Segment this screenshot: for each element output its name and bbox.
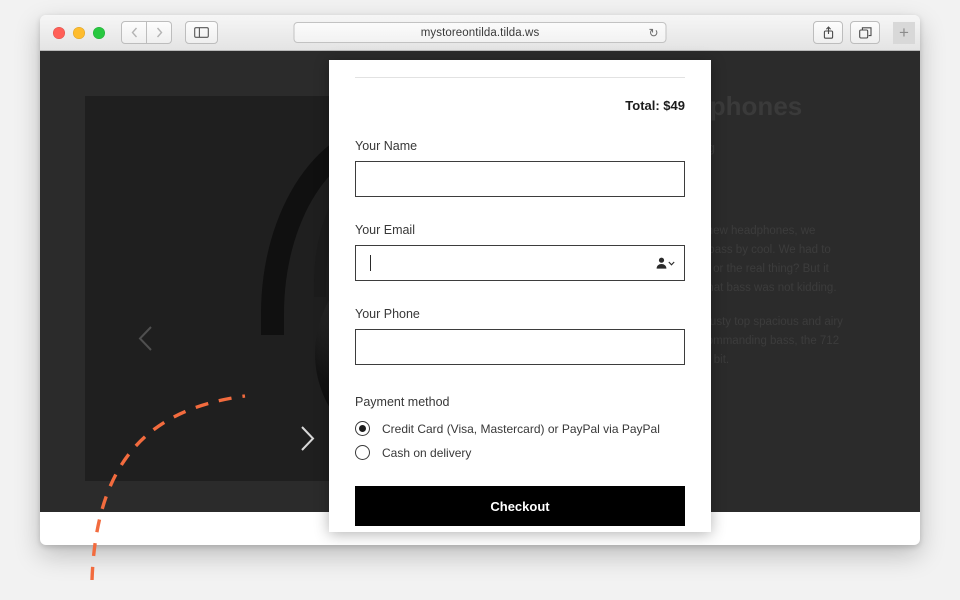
zoom-window-button[interactable]: [93, 26, 105, 39]
text-caret: [370, 255, 371, 271]
checkout-modal: Total: $49 Your Name Your Email Your Pho…: [329, 60, 711, 532]
sidebar-toggle-button[interactable]: [185, 21, 218, 44]
gallery-prev-arrow[interactable]: [128, 321, 162, 355]
forward-button[interactable]: [147, 21, 172, 44]
modal-divider: [355, 77, 685, 78]
checkout-modal-body: Total: $49 Your Name Your Email Your Pho…: [329, 77, 711, 526]
person-icon: [656, 257, 667, 269]
new-tab-button[interactable]: +: [893, 21, 915, 44]
autofill-contact-button[interactable]: [656, 257, 675, 269]
show-tabs-button[interactable]: [850, 21, 880, 44]
field-your-email: Your Email: [355, 223, 685, 281]
payment-option-label: Cash on delivery: [382, 445, 472, 460]
address-bar-wrap: mystoreontilda.tilda.ws ↻: [293, 22, 667, 43]
browser-window: mystoreontilda.tilda.ws ↻ + Headphones n…: [40, 15, 920, 545]
minimize-window-button[interactable]: [73, 26, 85, 39]
window-controls: [53, 26, 105, 39]
sidebar-icon: [194, 27, 209, 38]
radio-icon[interactable]: [355, 445, 370, 460]
payment-option-card[interactable]: Credit Card (Visa, Mastercard) or PayPal…: [355, 421, 685, 436]
share-icon: [823, 26, 833, 39]
payment-option-label: Credit Card (Visa, Mastercard) or PayPal…: [382, 421, 660, 436]
tabs-icon: [858, 26, 872, 39]
field-your-name: Your Name: [355, 139, 685, 197]
field-label: Your Email: [355, 223, 415, 237]
email-input[interactable]: [355, 245, 685, 281]
gallery-next-arrow[interactable]: [290, 421, 324, 455]
chevron-right-icon: [156, 27, 162, 38]
url-text: mystoreontilda.tilda.ws: [420, 26, 540, 39]
field-label: Your Phone: [355, 307, 420, 321]
chevron-down-icon: [668, 261, 675, 266]
back-button[interactable]: [121, 21, 147, 44]
reload-icon[interactable]: ↻: [648, 27, 658, 39]
field-your-phone: Your Phone: [355, 307, 685, 365]
close-window-button[interactable]: [53, 26, 65, 39]
payment-method-title: Payment method: [355, 395, 450, 409]
radio-icon-selected[interactable]: [355, 421, 370, 436]
payment-method-section: Payment method Credit Card (Visa, Master…: [355, 395, 685, 460]
share-button[interactable]: [813, 21, 843, 44]
payment-option-cash[interactable]: Cash on delivery: [355, 445, 685, 460]
chevron-left-icon: [138, 325, 152, 351]
chevron-right-icon: [300, 425, 314, 451]
name-input[interactable]: [355, 161, 685, 197]
browser-titlebar: mystoreontilda.tilda.ws ↻ +: [40, 15, 920, 51]
checkout-button[interactable]: Checkout: [355, 486, 685, 526]
screenshot-root: mystoreontilda.tilda.ws ↻ + Headphones n…: [0, 0, 960, 600]
field-label: Your Name: [355, 139, 418, 153]
phone-input[interactable]: [355, 329, 685, 365]
toolbar-right-buttons: [813, 21, 880, 44]
order-total: Total: $49: [625, 98, 685, 113]
chevron-left-icon: [131, 27, 137, 38]
navigation-buttons: [121, 21, 172, 44]
address-bar[interactable]: mystoreontilda.tilda.ws ↻: [293, 22, 667, 43]
